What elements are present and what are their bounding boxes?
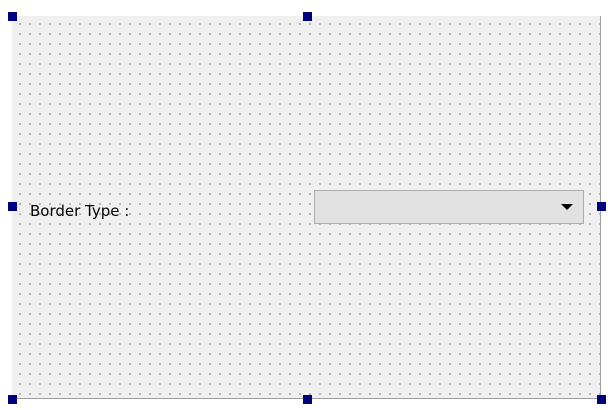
resize-handle-middle-right[interactable] — [597, 202, 606, 211]
designer-canvas: Border Type : — [0, 0, 608, 410]
resize-handle-bottom-right[interactable] — [597, 395, 606, 404]
border-type-label: Border Type : — [30, 202, 130, 220]
resize-handle-bottom-left[interactable] — [8, 395, 17, 404]
dropdown-arrow-icon[interactable] — [561, 204, 573, 210]
resize-handle-top-center[interactable] — [303, 12, 312, 21]
resize-handle-bottom-center[interactable] — [303, 395, 312, 404]
border-type-combobox[interactable] — [314, 190, 584, 224]
resize-handle-top-left[interactable] — [8, 12, 17, 21]
resize-handle-middle-left[interactable] — [8, 202, 17, 211]
